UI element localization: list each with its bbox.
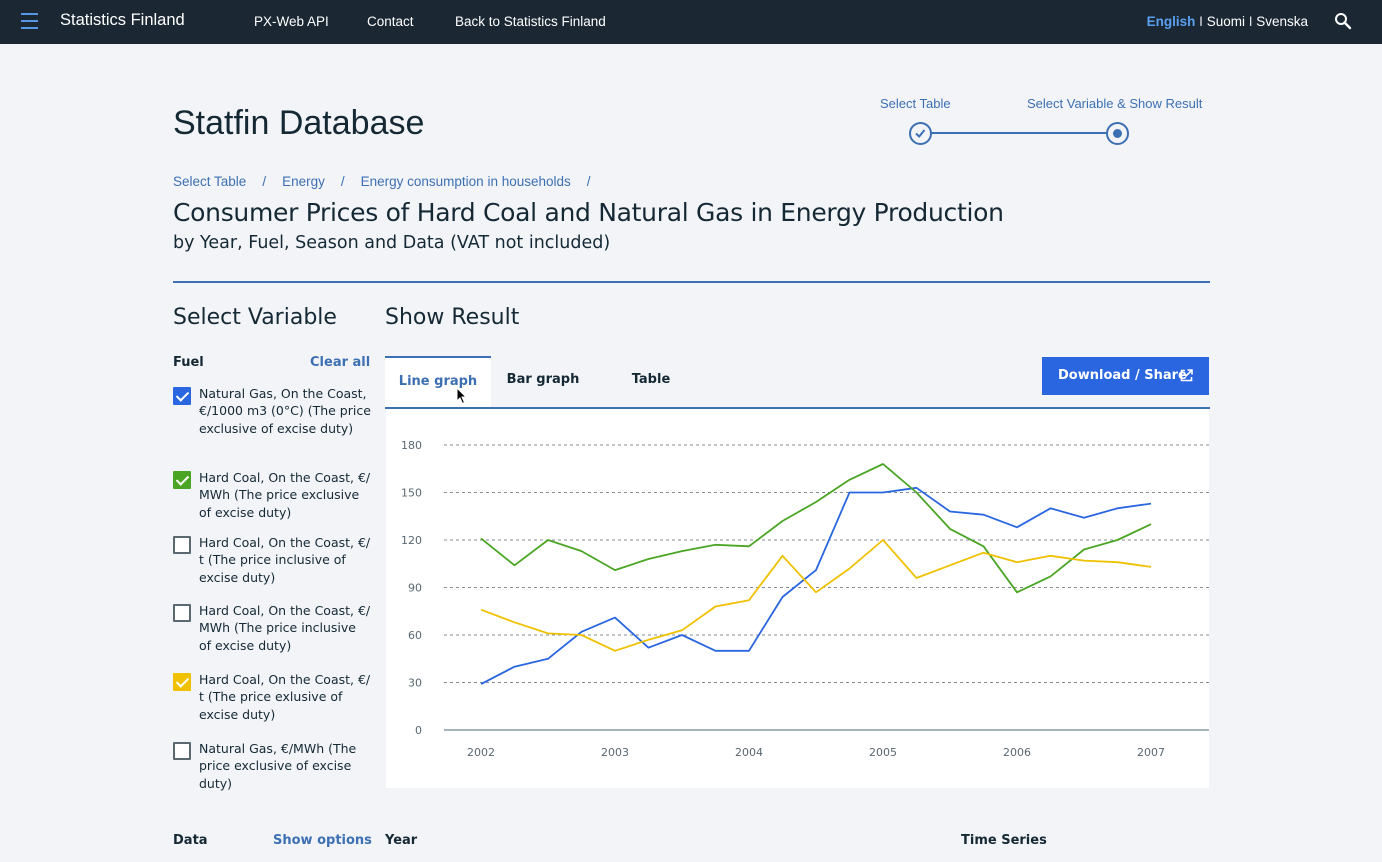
x-tick-label: 2007 <box>1137 746 1165 759</box>
y-tick-label: 90 <box>408 582 422 595</box>
lang-separator: I <box>1244 14 1257 29</box>
lang-separator: I <box>1195 14 1207 29</box>
hamburger-icon[interactable] <box>21 13 38 29</box>
x-tick-label: 2006 <box>1003 746 1031 759</box>
language-switcher: English I Suomi I Svenska <box>1147 14 1308 29</box>
show-result-heading: Show Result <box>385 305 520 330</box>
option-label: Hard Coal, On the Coast, €/ t (The price… <box>199 535 371 585</box>
tab-bar-graph[interactable]: Bar graph <box>491 356 595 408</box>
step-label-select-variable: Select Variable & Show Result <box>1027 96 1203 111</box>
select-variable-heading: Select Variable <box>173 305 337 330</box>
show-options-button[interactable]: Show options <box>273 833 372 848</box>
nav-back-to-statistics-finland[interactable]: Back to Statistics Finland <box>455 14 606 29</box>
option-label: Hard Coal, On the Coast, €/ t (The price… <box>199 672 371 722</box>
line-chart: 0 30 60 90 120 150 180 2002 2003 2004 2005 2006 2007 <box>386 409 1209 788</box>
breadcrumb: Select Table / Energy / Energy consumption i… <box>173 174 591 189</box>
x-tick-label: 2005 <box>869 746 897 759</box>
lang-suomi[interactable]: Suomi <box>1207 14 1245 29</box>
checkbox[interactable] <box>173 673 191 691</box>
fuel-label: Fuel <box>173 355 204 370</box>
year-label: Year <box>385 833 418 848</box>
step-current-icon <box>1106 122 1129 145</box>
step-label-select-table[interactable]: Select Table <box>880 96 951 111</box>
y-tick-label: 180 <box>401 439 422 452</box>
breadcrumb-select-table[interactable]: Select Table <box>173 174 246 189</box>
y-tick-label: 150 <box>401 487 422 500</box>
external-link-icon <box>1180 369 1193 382</box>
checkbox[interactable] <box>173 536 191 554</box>
y-tick-label: 60 <box>408 629 422 642</box>
x-tick-label: 2004 <box>735 746 763 759</box>
table-title: Consumer Prices of Hard Coal and Natural… <box>173 198 1004 227</box>
nav-contact[interactable]: Contact <box>367 14 414 29</box>
tab-table[interactable]: Table <box>598 356 704 408</box>
nav-px-web-api[interactable]: PX-Web API <box>254 14 329 29</box>
clear-all-button[interactable]: Clear all <box>310 355 370 370</box>
header-divider <box>173 281 1210 283</box>
data-label: Data <box>173 833 208 848</box>
top-navigation-bar: Statistics Finland PX-Web API Contact Ba… <box>0 0 1382 44</box>
option-label: Hard Coal, On the Coast, €/ MWh (The pri… <box>199 470 371 520</box>
download-share-button[interactable]: Download / Share <box>1042 357 1209 395</box>
checkbox[interactable] <box>173 742 191 760</box>
series-line-2 <box>480 463 1152 594</box>
breadcrumb-energy-consumption[interactable]: Energy consumption in households <box>361 174 571 189</box>
tab-line-graph[interactable]: Line graph <box>385 356 491 408</box>
lang-english[interactable]: English <box>1147 14 1196 29</box>
x-tick-label: 2002 <box>467 746 495 759</box>
download-share-label: Download / Share <box>1058 368 1187 383</box>
page-title: Statfin Database <box>173 104 425 142</box>
option-label: Natural Gas, On the Coast, €/1000 m3 (0°… <box>199 386 371 436</box>
checkbox[interactable] <box>173 604 191 622</box>
series-line-3 <box>480 539 1152 652</box>
option-label: Natural Gas, €/MWh (The price exclusive … <box>199 741 357 791</box>
checkbox[interactable] <box>173 387 191 405</box>
search-icon[interactable] <box>1334 12 1352 30</box>
y-tick-label: 0 <box>415 724 422 737</box>
time-series-label: Time Series <box>961 833 1047 848</box>
brand-name[interactable]: Statistics Finland <box>60 11 185 30</box>
series-line-1 <box>480 486 1152 685</box>
line-chart-svg: 0 30 60 90 120 150 180 2002 2003 2004 2005 2006 2007 <box>401 439 1209 759</box>
x-tick-label: 2003 <box>601 746 629 759</box>
option-label: Hard Coal, On the Coast, €/ MWh (The pri… <box>199 603 371 653</box>
checkbox[interactable] <box>173 471 191 489</box>
mouse-cursor-icon <box>456 387 468 405</box>
breadcrumb-energy[interactable]: Energy <box>282 174 325 189</box>
stepper-line <box>930 132 1107 134</box>
y-tick-label: 120 <box>401 534 422 547</box>
lang-svenska[interactable]: Svenska <box>1256 14 1308 29</box>
step-complete-check-icon[interactable] <box>909 122 932 145</box>
y-tick-label: 30 <box>408 677 422 690</box>
table-subtitle: by Year, Fuel, Season and Data (VAT not … <box>173 233 611 253</box>
